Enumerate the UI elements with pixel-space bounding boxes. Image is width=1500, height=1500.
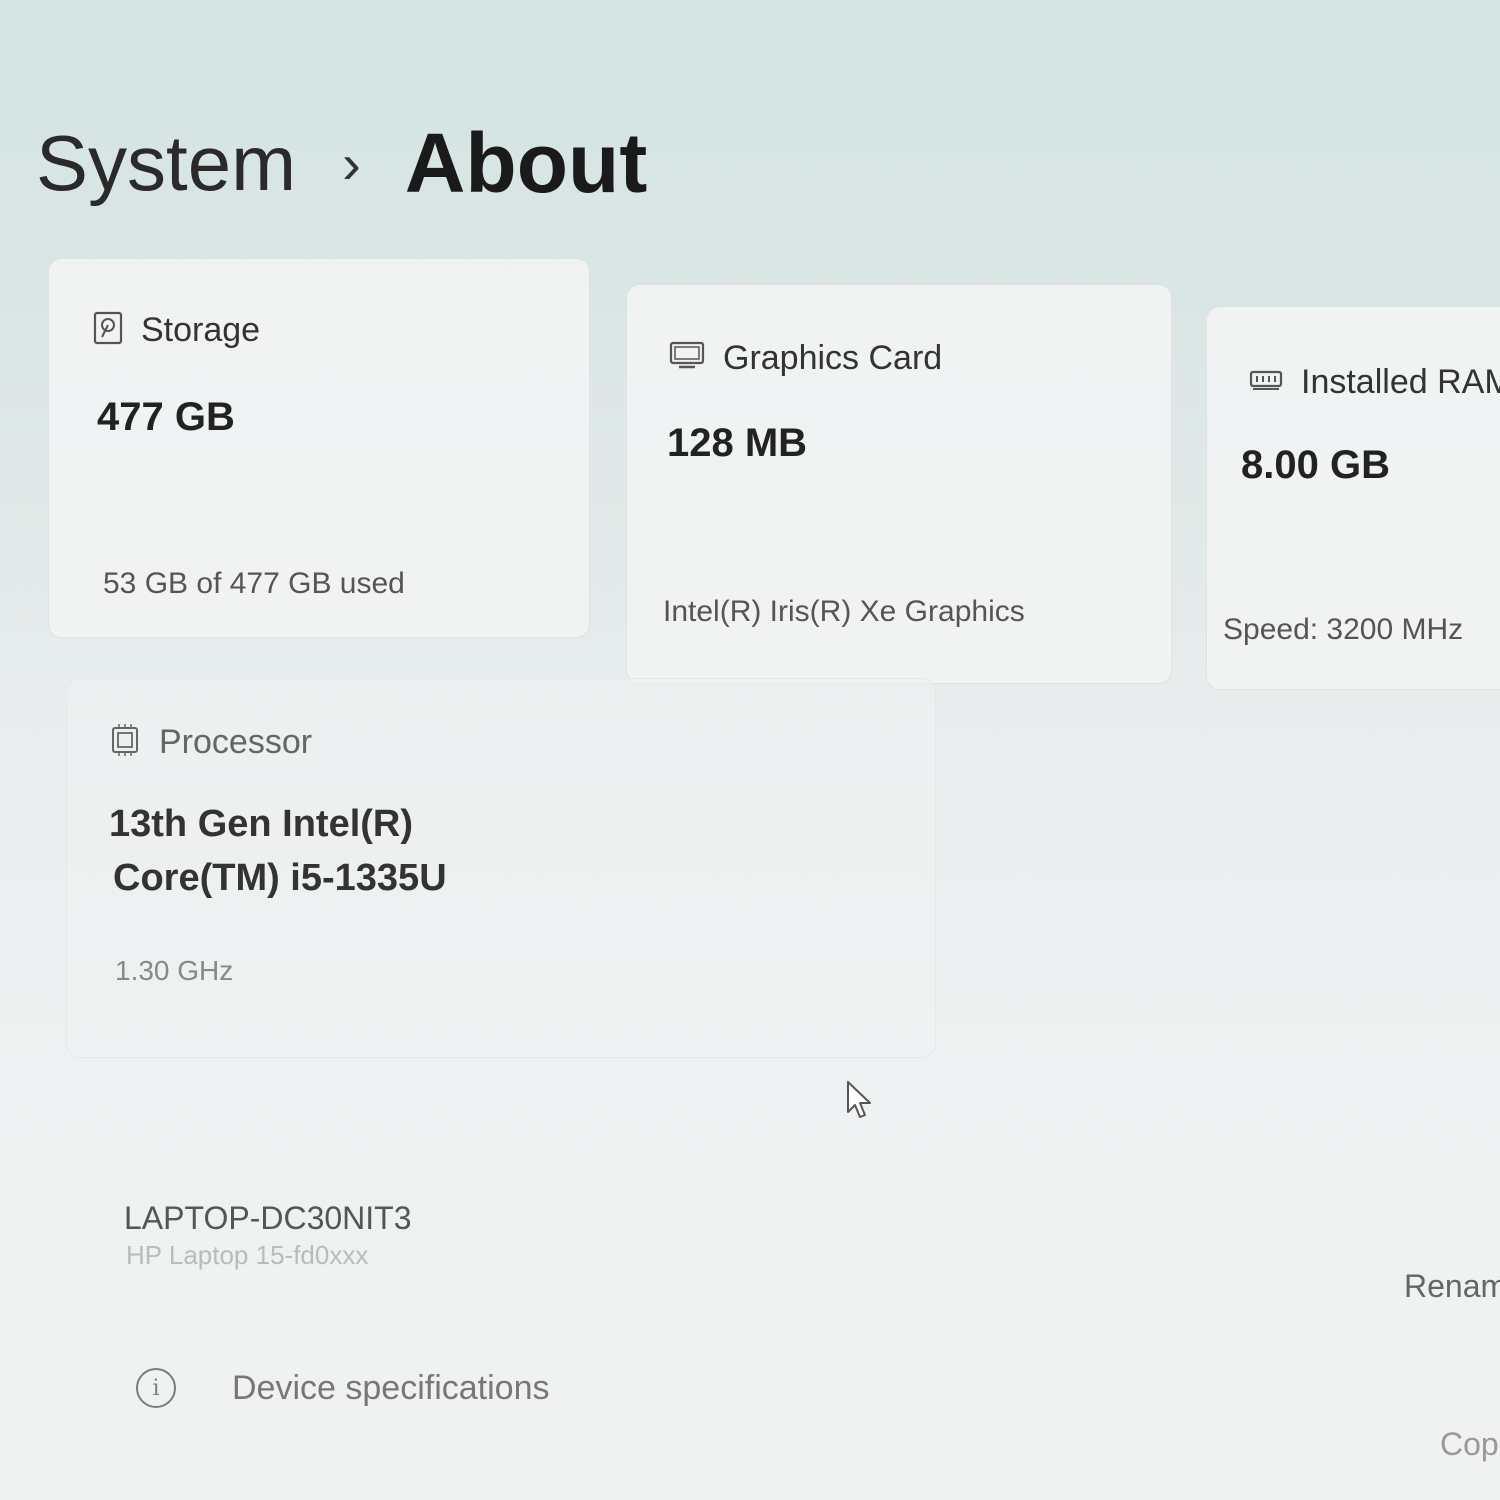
processor-card: Processor 13th Gen Intel(R) Core(TM) i5-… xyxy=(66,678,936,1058)
breadcrumb: System › About xyxy=(36,108,647,218)
device-specifications-label: Device specifications xyxy=(232,1368,550,1407)
device-model: HP Laptop 15-fd0xxx xyxy=(126,1240,369,1270)
processor-name-line2: Core(TM) i5-1335U xyxy=(113,857,447,899)
processor-speed: 1.30 GHz xyxy=(115,955,234,986)
breadcrumb-separator: › xyxy=(342,131,361,195)
rename-button[interactable]: Renam xyxy=(1404,1268,1500,1305)
processor-icon xyxy=(109,724,141,761)
storage-value: 477 GB xyxy=(97,395,235,439)
storage-label: Storage xyxy=(141,311,261,349)
ram-speed: Speed: 3200 MHz xyxy=(1223,613,1464,646)
storage-card-header: Storage xyxy=(93,311,260,350)
graphics-card-header: Graphics Card xyxy=(669,339,942,378)
graphics-model: Intel(R) Iris(R) Xe Graphics xyxy=(663,595,1025,628)
storage-card: Storage 477 GB 53 GB of 477 GB used xyxy=(48,258,590,638)
graphics-value: 128 MB xyxy=(667,421,808,465)
info-icon: i xyxy=(136,1368,176,1408)
device-specifications-section[interactable]: i Device specifications xyxy=(136,1368,549,1408)
ram-card: Installed RAM 8.00 GB Speed: 3200 MHz xyxy=(1206,306,1500,690)
copy-button[interactable]: Cop xyxy=(1440,1426,1499,1463)
processor-card-header: Processor xyxy=(109,723,312,762)
hard-drive-icon xyxy=(93,311,123,350)
page-title: About xyxy=(404,115,648,210)
monitor-icon xyxy=(669,341,705,376)
breadcrumb-system-link[interactable]: System xyxy=(36,118,296,209)
ram-label: Installed RAM xyxy=(1301,363,1500,401)
processor-label: Processor xyxy=(159,723,313,761)
storage-usage: 53 GB of 477 GB used xyxy=(103,567,405,600)
memory-icon xyxy=(1249,369,1283,396)
ram-card-header: Installed RAM xyxy=(1249,363,1500,402)
mouse-cursor-icon xyxy=(846,1080,876,1125)
processor-name-line1: 13th Gen Intel(R) xyxy=(109,803,414,845)
graphics-label: Graphics Card xyxy=(723,339,943,377)
graphics-card: Graphics Card 128 MB Intel(R) Iris(R) Xe… xyxy=(626,284,1172,684)
device-name: LAPTOP-DC30NIT3 xyxy=(124,1200,412,1236)
ram-value: 8.00 GB xyxy=(1241,443,1390,487)
